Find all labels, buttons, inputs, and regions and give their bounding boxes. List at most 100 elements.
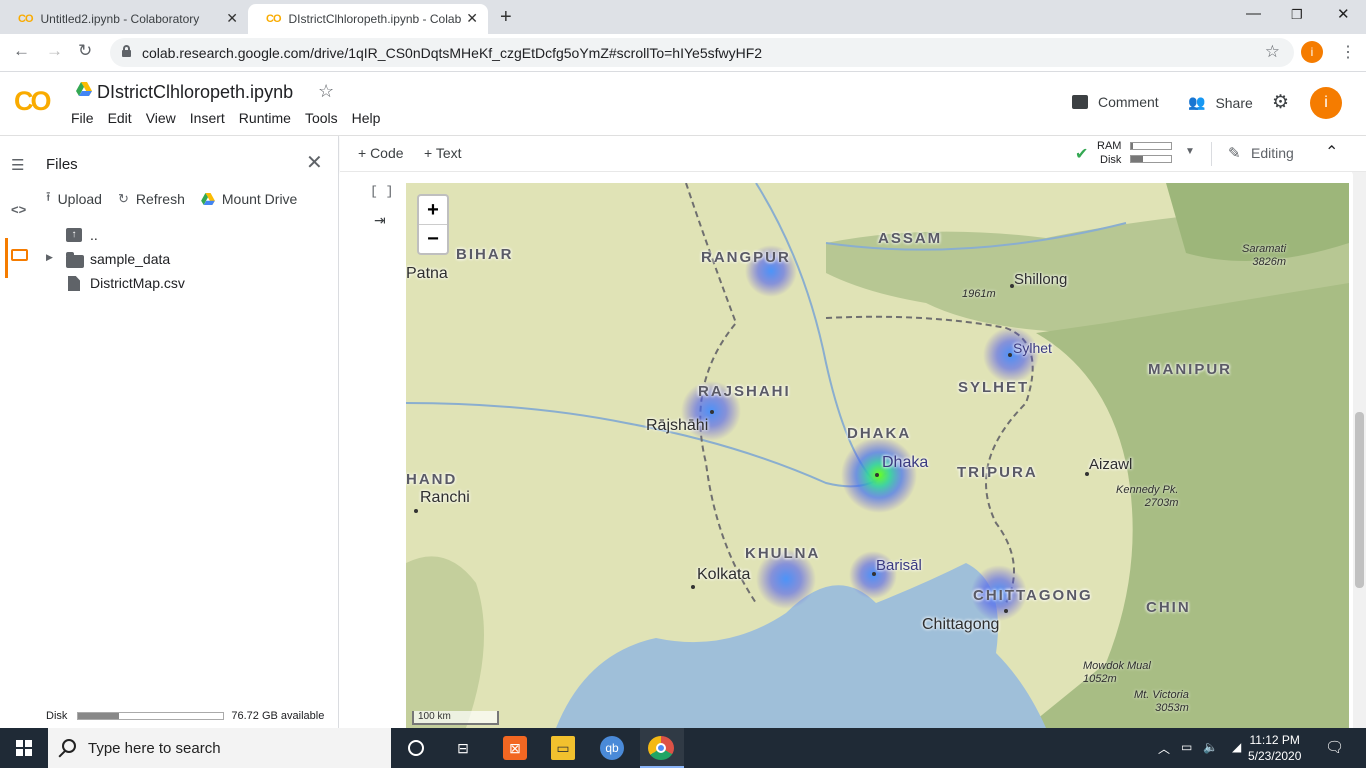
back-icon[interactable]: ← <box>13 41 30 61</box>
scrollbar-thumb[interactable] <box>1355 412 1364 588</box>
comment-icon <box>1072 95 1088 109</box>
avatar[interactable]: i <box>1310 87 1342 119</box>
city-label: Dhaka <box>882 454 929 471</box>
people-icon: 👥 <box>1188 94 1206 110</box>
folder-icon[interactable] <box>11 248 28 265</box>
tab-title: DIstrictClhloropeth.ipynb - Colab <box>288 12 462 26</box>
file-explorer-icon[interactable]: ▭ <box>551 736 575 760</box>
mount-drive-button[interactable]: Mount Drive <box>201 188 297 210</box>
toc-icon[interactable]: ☰ <box>11 156 24 174</box>
gear-icon[interactable]: ⚙ <box>1272 91 1289 114</box>
colab-tab-icon: CO <box>18 13 33 25</box>
list-item-folder[interactable]: ▶ sample_data <box>38 248 338 272</box>
windows-start-icon[interactable] <box>16 740 32 756</box>
volume-icon[interactable]: 🔈 <box>1203 740 1218 754</box>
mount-drive-label: Mount Drive <box>221 191 298 207</box>
notebook-title[interactable]: DIstrictClhloropeth.ipynb <box>97 82 293 103</box>
output-icon[interactable]: ⇥ <box>374 212 386 229</box>
cortana-icon[interactable] <box>404 736 428 760</box>
expand-icon[interactable]: ▶ <box>46 252 53 263</box>
peak-label: Kennedy Pk. 2703m <box>1116 484 1178 510</box>
chevron-up-icon[interactable]: ︿ <box>1158 740 1170 757</box>
menu-tools[interactable]: Tools <box>305 110 338 126</box>
reload-icon[interactable]: ↻ <box>78 41 92 61</box>
taskbar-search[interactable]: Type here to search <box>48 728 391 768</box>
region-label: CHITTAGONG <box>973 587 1093 604</box>
region-label: DHAKA <box>847 425 912 442</box>
map-zoom-control: + − <box>417 194 449 255</box>
menu-runtime[interactable]: Runtime <box>239 110 291 126</box>
peak-height: 1052m <box>1083 673 1117 685</box>
add-code-button[interactable]: + Code <box>358 145 404 161</box>
browser-tab-strip: CO Untitled2.ipynb - Colaboratory ✕ CO D… <box>0 0 1366 34</box>
clock[interactable]: 11:12 PM 5/23/2020 <box>1248 732 1301 764</box>
disk-usage: Disk 76.72 GB available <box>46 710 324 722</box>
share-button[interactable]: 👥 Share <box>1188 94 1253 111</box>
active-indicator <box>5 238 8 278</box>
list-item-file[interactable]: DistrictMap.csv <box>38 272 338 296</box>
code-snippets-icon[interactable]: <> <box>11 202 26 217</box>
upload-label: Upload <box>57 191 102 207</box>
peak-height: 3826m <box>1252 256 1287 268</box>
refresh-icon: ↻ <box>117 191 129 206</box>
zoom-out-button[interactable]: − <box>419 225 447 254</box>
new-tab-button[interactable]: + <box>500 6 512 29</box>
region-label: BIHAR <box>456 246 514 263</box>
refresh-label: Refresh <box>135 191 185 207</box>
city-dot <box>710 410 714 414</box>
refresh-button[interactable]: ↻ Refresh <box>118 188 185 210</box>
chevron-up-icon[interactable]: ⌃ <box>1325 142 1338 162</box>
chevron-down-icon[interactable]: ▼ <box>1185 146 1195 157</box>
url-bar[interactable]: colab.research.google.com/drive/1qIR_CS0… <box>110 38 1294 67</box>
close-icon[interactable]: ✕ <box>466 10 478 27</box>
close-icon[interactable]: ✕ <box>306 150 323 175</box>
file-name: .. <box>90 227 98 243</box>
editing-status[interactable]: Editing <box>1251 145 1294 161</box>
task-view-icon[interactable]: ⊟ <box>451 736 475 760</box>
battery-icon[interactable]: ▭ <box>1181 740 1192 754</box>
restore-icon[interactable]: ❐ <box>1291 7 1303 23</box>
run-cell-button[interactable]: [ ] <box>370 184 393 199</box>
left-rail: ☰ <> <box>0 136 38 728</box>
peak-height: 3053m <box>1155 702 1189 714</box>
colab-logo[interactable]: CO <box>14 86 51 117</box>
region-label: HAND <box>406 471 458 488</box>
files-toolbar: ⭱ Upload ↻ Refresh Mount Drive <box>46 188 313 210</box>
notebook-toolbar: + Code + Text ✔ RAM Disk ▼ ✎ Editing ⌃ <box>340 136 1366 172</box>
disk-label: Disk <box>1100 154 1122 166</box>
comment-button[interactable]: Comment <box>1072 94 1159 110</box>
browser-menu-icon[interactable]: ⋮ <box>1340 42 1356 62</box>
map-tiles <box>406 183 1349 728</box>
heatmap-output[interactable]: + − BIHAR RANGPUR ASSAM RAJSHAHI SYLHET … <box>406 183 1349 728</box>
list-item-parent[interactable]: ↑ .. <box>38 224 338 248</box>
browser-tab-untitled2[interactable]: CO Untitled2.ipynb - Colaboratory ✕ <box>0 4 248 34</box>
check-icon: ✔ <box>1075 146 1089 163</box>
qbittorrent-icon[interactable]: qb <box>600 736 624 760</box>
region-label: SYLHET <box>958 379 1030 396</box>
menu-help[interactable]: Help <box>352 110 381 126</box>
xampp-icon[interactable]: ⊠ <box>503 736 527 760</box>
star-icon[interactable]: ☆ <box>318 81 334 102</box>
browser-profile-avatar[interactable]: i <box>1301 41 1323 63</box>
browser-tab-district[interactable]: CO DIstrictClhloropeth.ipynb - Colab ✕ <box>248 4 488 34</box>
url-text: colab.research.google.com/drive/1qIR_CS0… <box>142 44 763 61</box>
window-close-icon[interactable]: ✕ <box>1337 5 1350 23</box>
notifications-icon[interactable]: 🗨 <box>1325 738 1344 756</box>
minimize-icon[interactable]: — <box>1246 5 1261 22</box>
zoom-in-button[interactable]: + <box>419 196 447 225</box>
bookmark-star-icon[interactable]: ☆ <box>1265 42 1280 62</box>
pencil-icon: ✎ <box>1228 145 1241 162</box>
map-scale: 100 km <box>412 711 499 725</box>
wifi-icon[interactable]: ◢ <box>1232 740 1241 754</box>
close-icon[interactable]: ✕ <box>226 10 238 27</box>
active-app-indicator <box>640 728 684 768</box>
menu-insert[interactable]: Insert <box>190 110 225 126</box>
colab-tab-icon: CO <box>266 13 281 25</box>
add-text-button[interactable]: + Text <box>424 145 462 161</box>
peak-name: Mt. Victoria <box>1134 689 1189 701</box>
upload-button[interactable]: ⭱ Upload <box>46 188 102 210</box>
forward-icon[interactable]: → <box>46 41 63 61</box>
menu-view[interactable]: View <box>146 110 176 126</box>
menu-file[interactable]: File <box>71 110 94 126</box>
menu-edit[interactable]: Edit <box>108 110 132 126</box>
